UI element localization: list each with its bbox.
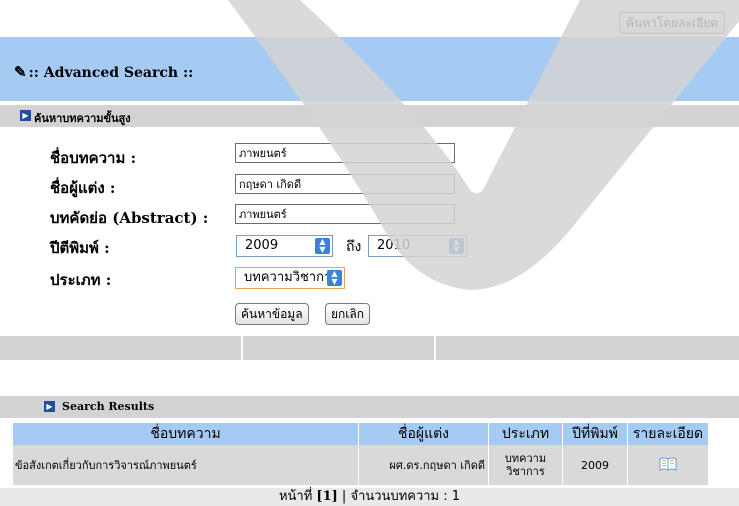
column-header: รายละเอียด	[627, 423, 708, 445]
column-header: ชื่อผู้แต่ง	[358, 423, 489, 445]
empty-row	[0, 336, 739, 360]
to-label: ถึง	[346, 239, 362, 255]
type-select[interactable]: บทความวิชาการ ▲ ▼	[235, 267, 345, 289]
detailed-search-button[interactable]: ค้นหาโดยละเอียด	[619, 12, 726, 34]
arrow-right-icon: ▶	[20, 110, 31, 121]
page-title: ✎:: Advanced Search ::	[14, 63, 193, 81]
column-header: ประเภท	[488, 423, 563, 445]
cell-divider	[434, 336, 436, 360]
detail-cell[interactable]	[627, 445, 708, 485]
pager: หน้าที่ [1] | จำนวนบทความ : 1	[0, 488, 739, 506]
title-label: ชื่อบทความ :	[50, 149, 137, 167]
cell-divider	[241, 336, 243, 360]
results-section-label: Search Results	[62, 400, 155, 413]
year-to-select[interactable]: 2010 ▲ ▼	[368, 235, 467, 257]
result-author: ผศ.ดร.กฤษดา เกิดดี	[358, 445, 489, 485]
results-table: ชื่อบทความ ชื่อผู้แต่ง ประเภท ปีที่พิมพ์…	[13, 423, 708, 485]
pager-page-value[interactable]: [1]	[316, 489, 337, 504]
advanced-search-header: ✎:: Advanced Search ::	[0, 37, 739, 101]
table-row: ข้อสังเกตเกี่ยวกับการวิจารณ์ภาพยนตร์ ผศ.…	[13, 445, 708, 485]
spinner-icon: ▲ ▼	[449, 238, 464, 254]
result-year: 2009	[562, 445, 628, 485]
year-from-select[interactable]: 2009 ▲ ▼	[236, 235, 333, 257]
spinner-icon: ▲ ▼	[327, 270, 342, 286]
type-label: ประเภท :	[50, 271, 112, 289]
result-title[interactable]: ข้อสังเกตเกี่ยวกับการวิจารณ์ภาพยนตร์	[13, 445, 359, 485]
pager-separator: |	[341, 489, 347, 504]
pager-page-label: หน้าที่	[278, 489, 313, 504]
column-header: ปีที่พิมพ์	[562, 423, 628, 445]
result-type: บทความวิชาการ	[488, 445, 563, 485]
search-section-bar: ▶ ค้นหาบทความขั้นสูง	[0, 105, 739, 127]
year-to-value: 2010	[377, 238, 411, 253]
results-header-row: ชื่อบทความ ชื่อผู้แต่ง ประเภท ปีที่พิมพ์…	[13, 423, 708, 445]
type-value: บทความวิชาการ	[244, 270, 339, 285]
search-button[interactable]: ค้นหาข้อมูล	[235, 303, 309, 325]
abstract-label: บทคัดย่อ (Abstract) :	[50, 209, 209, 227]
author-label: ชื่อผู้แต่ง :	[50, 179, 116, 197]
cancel-button[interactable]: ยกเลิก	[325, 303, 371, 325]
results-section-bar: ▶ Search Results	[0, 396, 739, 418]
year-from-value: 2009	[245, 238, 279, 253]
column-header: ชื่อบทความ	[13, 423, 359, 445]
abstract-input[interactable]: ภาพยนตร์	[235, 204, 455, 224]
page-title-text: :: Advanced Search ::	[28, 65, 194, 81]
pager-count: จำนวนบทความ : 1	[350, 489, 461, 504]
spinner-icon: ▲ ▼	[315, 238, 330, 254]
quill-icon: ✎	[14, 63, 27, 81]
book-icon[interactable]	[659, 457, 677, 471]
title-input[interactable]: ภาพยนตร์	[235, 143, 455, 163]
arrow-right-icon: ▶	[44, 401, 55, 412]
year-label: ปีตีพิมพ์ :	[50, 239, 110, 257]
search-section-label: ค้นหาบทความขั้นสูง	[34, 112, 131, 125]
author-input[interactable]: กฤษดา เกิดดี	[235, 174, 455, 194]
